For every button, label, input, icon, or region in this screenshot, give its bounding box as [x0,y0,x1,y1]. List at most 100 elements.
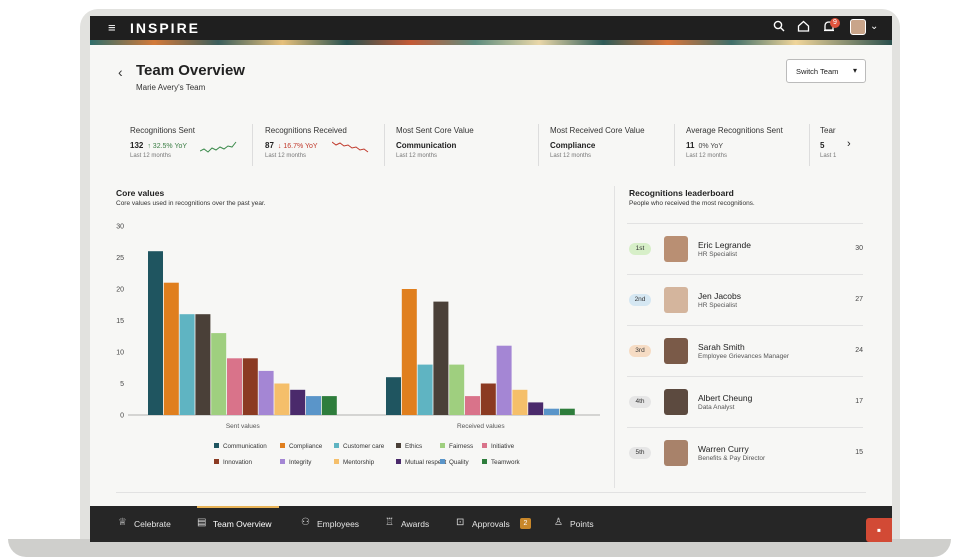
metric-change: ↑ 32.5% YoY [147,143,188,150]
x-category-label: Sent values [226,423,261,430]
avatar [664,440,688,466]
recognition-count: 30 [855,245,863,252]
legend-swatch [280,459,285,464]
recognition-count: 15 [855,449,863,456]
nav-employees[interactable]: ⚇ Employees [301,506,371,542]
metric-label: Average Recognitions Sent [686,126,783,135]
person-name: Warren Curry [698,444,749,454]
sparkline-sent [200,141,237,153]
bar-innovation [242,358,258,415]
bag-icon: ♙ [554,517,563,528]
bar-compliance [163,282,179,415]
person-name: Eric Legrande [698,240,751,250]
switch-team-button[interactable]: Switch Team ▾ [786,59,866,83]
avatar [664,338,688,364]
metric-value: 11 [686,141,695,150]
chevron-right-icon[interactable]: › [847,138,851,150]
metric-period: Last 1 [820,153,837,159]
metric-period: Last 12 months [396,153,438,159]
bar-ethics [433,301,449,415]
nav-label: Employees [317,519,360,529]
nav-active-indicator [197,506,279,508]
approvals-count-badge: 2 [520,518,531,529]
metric-divider [674,124,675,166]
bar-customer-care [417,364,433,415]
nav-approvals[interactable]: ⊡ Approvals 2 [456,506,536,542]
bar-integrity [496,345,512,415]
nav-points[interactable]: ♙ Points [554,506,609,542]
core-values-chart: 0 5 10 15 20 25 30 Sent values Received values Co… [116,224,600,466]
rank-badge: 3rd [629,345,651,357]
search-icon[interactable] [773,20,785,35]
recognition-count: 27 [855,296,863,303]
bar-innovation [480,383,496,415]
caret-down-icon: ▾ [852,66,857,75]
y-tick-label: 5 [120,381,124,388]
avatar [664,287,688,313]
legend-swatch [280,443,285,448]
metric-value: 132 [130,141,144,150]
person-role: Employee Grievances Manager [698,353,790,360]
leaderboard-row[interactable]: 3rd Sarah Smith Employee Grievances Mana… [627,325,863,376]
leaderboard-row[interactable]: 5th Warren Curry Benefits & Pay Director… [627,427,863,478]
nav-celebrate[interactable]: ♕ Celebrate [118,506,188,542]
leaderboard-row[interactable]: 1st Eric Legrande HR Specialist 30 [627,223,863,274]
bar-quality [306,396,321,415]
chat-icon[interactable]: ▪ [866,518,892,542]
legend-swatch [482,459,487,464]
metric-label: Recognitions Sent [130,126,195,135]
bar-mentorship [512,389,528,415]
person-name: Albert Cheung [698,393,753,403]
nav-awards[interactable]: ♖ Awards [385,506,440,542]
bar-mentorship [274,383,290,415]
person-name: Jen Jacobs [698,291,741,301]
nav-team-overview[interactable]: ▤ Team Overview [197,506,282,542]
notification-badge: 9 [830,18,840,28]
bar-communication [148,251,163,415]
section-divider [614,186,615,488]
bar-mutual-respect [528,402,544,415]
legend-swatch [440,459,445,464]
leaderboard-row[interactable]: 2nd Jen Jacobs HR Specialist 27 [627,274,863,325]
metric-label: Most Sent Core Value [396,126,474,135]
chevron-down-icon[interactable]: ⌄ [870,21,878,32]
bar-compliance [401,289,417,415]
legend-swatch [214,459,219,464]
metric-most-received-core-value: Most Received Core Value Compliance Last… [550,126,645,159]
person-name: Sarah Smith [698,342,745,352]
bar-fairness [449,364,465,415]
metric-most-sent-core-value: Most Sent Core Value Communication Last … [396,126,474,159]
legend-swatch [334,459,339,464]
bar-mutual-respect [290,389,306,415]
metric-value: Compliance [550,141,596,150]
y-tick-label: 0 [120,413,124,420]
bar-teamwork [559,408,575,415]
person-role: HR Specialist [698,302,738,309]
recognition-count: 17 [855,398,863,405]
bar-fairness [211,333,227,415]
metric-clip: Tear 5 Last 1 [820,124,839,172]
legend-swatch [482,443,487,448]
home-icon[interactable] [797,20,810,35]
legend-swatch [440,443,445,448]
leaderboard-row[interactable]: 4th Albert Cheung Data Analyst 17 [627,376,863,427]
metric-change: 0% YoY [698,143,723,150]
decorative-banner [90,40,892,45]
person-role: HR Specialist [698,251,738,258]
metric-change: ↓ 16.7% YoY [277,143,318,150]
brand-logo[interactable]: INSPIRE [130,20,200,36]
metric-recognitions-sent: Recognitions Sent 132 ↑ 32.5% YoY Last 12… [130,126,195,159]
legend-label: Initiative [491,443,515,450]
bar-quality [544,408,559,415]
chevron-left-icon[interactable]: ‹ [118,64,123,80]
rank-badge: 5th [629,447,651,459]
metric-divider [252,124,253,166]
hamburger-menu-icon[interactable]: ≡ [108,21,116,34]
metric-period: Last 12 months [130,153,172,159]
legend-swatch [396,459,401,464]
page-title: Team Overview [136,62,245,79]
legend-label: Compliance [289,443,323,450]
medal-icon: ♕ [118,517,127,528]
user-avatar[interactable] [850,19,866,35]
sparkline-received [332,141,369,153]
